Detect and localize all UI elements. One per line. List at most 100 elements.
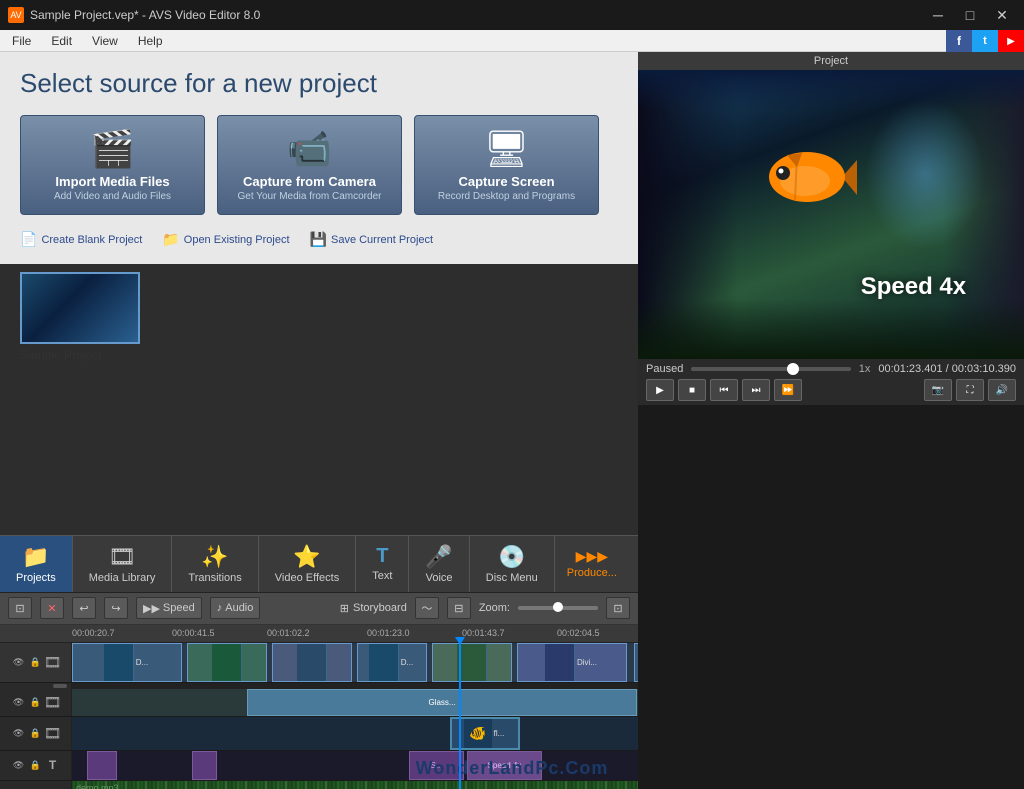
- preview-speed-indicator: 1x: [859, 363, 871, 375]
- social-facebook-button[interactable]: f: [946, 30, 972, 52]
- video-track-eye-btn[interactable]: 👁: [12, 655, 26, 669]
- video-clip-1[interactable]: D...: [72, 643, 182, 682]
- maximize-button[interactable]: □: [956, 5, 984, 25]
- project-thumb-image: [22, 274, 138, 342]
- timeline-select-btn[interactable]: ⊡: [8, 597, 32, 619]
- preview-stop-btn[interactable]: ■: [678, 379, 706, 401]
- preview-status-bar: Paused 1x 00:01:23.401 / 00:03:10.390: [646, 363, 1016, 375]
- timeline-redo-btn[interactable]: ↪: [104, 597, 128, 619]
- open-existing-icon: 📁: [162, 231, 179, 248]
- preview-slider-thumb[interactable]: [787, 363, 799, 375]
- toolbar-voice[interactable]: 🎤 Voice: [409, 536, 469, 592]
- video-track-content[interactable]: D... D...: [72, 643, 638, 682]
- toolbar-media-library[interactable]: 🎞 Media Library: [73, 536, 173, 592]
- left-panel: Select source for a new project 🎬 Import…: [0, 52, 638, 789]
- timeline-controls: ⊡ ✕ ↩ ↪ ▶▶ Speed ♪ Audio ⊞ Storyboard: [0, 593, 638, 625]
- fit-timeline-btn[interactable]: ⊡: [606, 597, 630, 619]
- ruler-mark-2: 00:01:02.2: [267, 628, 310, 638]
- preview-next-btn[interactable]: ⏭: [742, 379, 770, 401]
- close-button[interactable]: ✕: [988, 5, 1016, 25]
- preview-fast-forward-btn[interactable]: ⏩: [774, 379, 802, 401]
- video-clip-7[interactable]: [634, 643, 638, 682]
- capture-camera-icon: 📹: [287, 128, 332, 170]
- menu-bar: File Edit View Help: [0, 30, 946, 52]
- minimize-button[interactable]: ─: [924, 5, 952, 25]
- overlay-lock-btn[interactable]: 🔒: [29, 726, 43, 740]
- menu-file[interactable]: File: [4, 32, 39, 50]
- save-current-label: Save Current Project: [331, 234, 433, 246]
- import-media-subtitle: Add Video and Audio Files: [54, 191, 171, 202]
- social-youtube-button[interactable]: ▶: [998, 30, 1024, 52]
- menu-help[interactable]: Help: [130, 32, 171, 50]
- text-track-controls: 👁 🔒 T: [0, 751, 72, 780]
- open-existing-label: Open Existing Project: [184, 234, 290, 246]
- speed-label: Speed: [163, 602, 195, 614]
- text-tool-icon: T: [376, 545, 388, 568]
- preview-snapshot-btn[interactable]: 📷: [924, 379, 952, 401]
- text-lock-btn[interactable]: 🔒: [29, 758, 43, 772]
- overlay-track-row: 👁 🔒 🎞 🐠 fl...: [0, 717, 638, 751]
- toolbar-produce[interactable]: ▶▶▶ Produce...: [555, 536, 629, 592]
- capture-camera-card[interactable]: 📹 Capture from Camera Get Your Media fro…: [217, 115, 402, 215]
- video-track-lock-btn[interactable]: 🔒: [29, 655, 43, 669]
- ruler-marks: 00:00:20.7 00:00:41.5 00:01:02.2 00:01:2…: [72, 625, 638, 642]
- waveform-btn[interactable]: 〜: [415, 597, 439, 619]
- effects-track-content[interactable]: Glass... Pan and ... Pan and... Wave Pan: [72, 689, 638, 716]
- audio-note-icon: ♪: [217, 602, 223, 614]
- project-thumbnail[interactable]: [20, 272, 140, 344]
- storyboard-toggle[interactable]: ⊞ Storyboard: [340, 602, 407, 615]
- video-clip-4[interactable]: D...: [357, 643, 427, 682]
- save-current-project-link[interactable]: 💾 Save Current Project: [310, 231, 434, 248]
- text-clip-2[interactable]: [192, 751, 217, 780]
- storyboard-label: Storyboard: [353, 602, 407, 614]
- preview-fullscreen-btn[interactable]: ⛶: [956, 379, 984, 401]
- preview-extra-controls: 📷 ⛶ 🔊: [924, 379, 1016, 401]
- effects-clip-glass[interactable]: Glass...: [247, 689, 637, 716]
- create-blank-project-link[interactable]: 📄 Create Blank Project: [20, 231, 142, 248]
- source-selection-area: Select source for a new project 🎬 Import…: [0, 52, 638, 264]
- capture-screen-card[interactable]: 🖥 Capture Screen Record Desktop and Prog…: [414, 115, 599, 215]
- preview-play-btn[interactable]: ▶: [646, 379, 674, 401]
- layout-btn[interactable]: ⊟: [447, 597, 471, 619]
- source-links: 📄 Create Blank Project 📁 Open Existing P…: [20, 231, 618, 248]
- toolbar-disc-menu[interactable]: 💿 Disc Menu: [470, 536, 555, 592]
- timeline-speed-btn[interactable]: ▶▶ Speed: [136, 597, 202, 619]
- toolbar-transitions[interactable]: ✨ Transitions: [172, 536, 258, 592]
- video-clip-5[interactable]: [432, 643, 512, 682]
- video-effects-label: Video Effects: [275, 572, 339, 584]
- timeline-audio-btn[interactable]: ♪ Audio: [210, 597, 261, 619]
- timeline-undo-btn[interactable]: ↩: [72, 597, 96, 619]
- preview-volume-btn[interactable]: 🔊: [988, 379, 1016, 401]
- zoom-label: Zoom:: [479, 602, 510, 614]
- overlay-clip-fish[interactable]: 🐠 fl...: [450, 717, 520, 750]
- volume-indicator-1[interactable]: [53, 684, 67, 688]
- preview-scene: Speed 4x: [638, 70, 1024, 359]
- social-twitter-button[interactable]: t: [972, 30, 998, 52]
- video-clip-3[interactable]: [272, 643, 352, 682]
- toolbar-video-effects[interactable]: ⭐ Video Effects: [259, 536, 356, 592]
- effects-lock-btn[interactable]: 🔒: [29, 695, 43, 709]
- fish-character: [767, 145, 857, 215]
- open-existing-project-link[interactable]: 📁 Open Existing Project: [162, 231, 289, 248]
- preview-prev-btn[interactable]: ⏮: [710, 379, 738, 401]
- effects-eye-btn[interactable]: 👁: [12, 695, 26, 709]
- audio-waveform-content[interactable]: demo.mp3: [72, 781, 638, 789]
- timeline-delete-btn[interactable]: ✕: [40, 597, 64, 619]
- text-clip-1[interactable]: [87, 751, 117, 780]
- menu-view[interactable]: View: [84, 32, 126, 50]
- toolbar-text[interactable]: T Text: [356, 536, 409, 592]
- overlay-track-content[interactable]: 🐠 fl...: [72, 717, 638, 750]
- video-clip-6[interactable]: Divi...: [517, 643, 627, 682]
- import-media-card[interactable]: 🎬 Import Media Files Add Video and Audio…: [20, 115, 205, 215]
- video-clip-2[interactable]: [187, 643, 267, 682]
- text-eye-btn[interactable]: 👁: [12, 758, 26, 772]
- menu-edit[interactable]: Edit: [43, 32, 80, 50]
- preview-progress-slider[interactable]: [691, 367, 850, 371]
- toolbar-projects[interactable]: 📁 Projects: [0, 536, 73, 592]
- speed-overlay-text: Speed 4x: [861, 273, 966, 301]
- overlay-eye-btn[interactable]: 👁: [12, 726, 26, 740]
- source-cards: 🎬 Import Media Files Add Video and Audio…: [20, 115, 618, 215]
- capture-camera-subtitle: Get Your Media from Camcorder: [238, 191, 382, 202]
- preview-controls: Paused 1x 00:01:23.401 / 00:03:10.390 ▶ …: [638, 359, 1024, 405]
- zoom-slider[interactable]: [518, 606, 598, 610]
